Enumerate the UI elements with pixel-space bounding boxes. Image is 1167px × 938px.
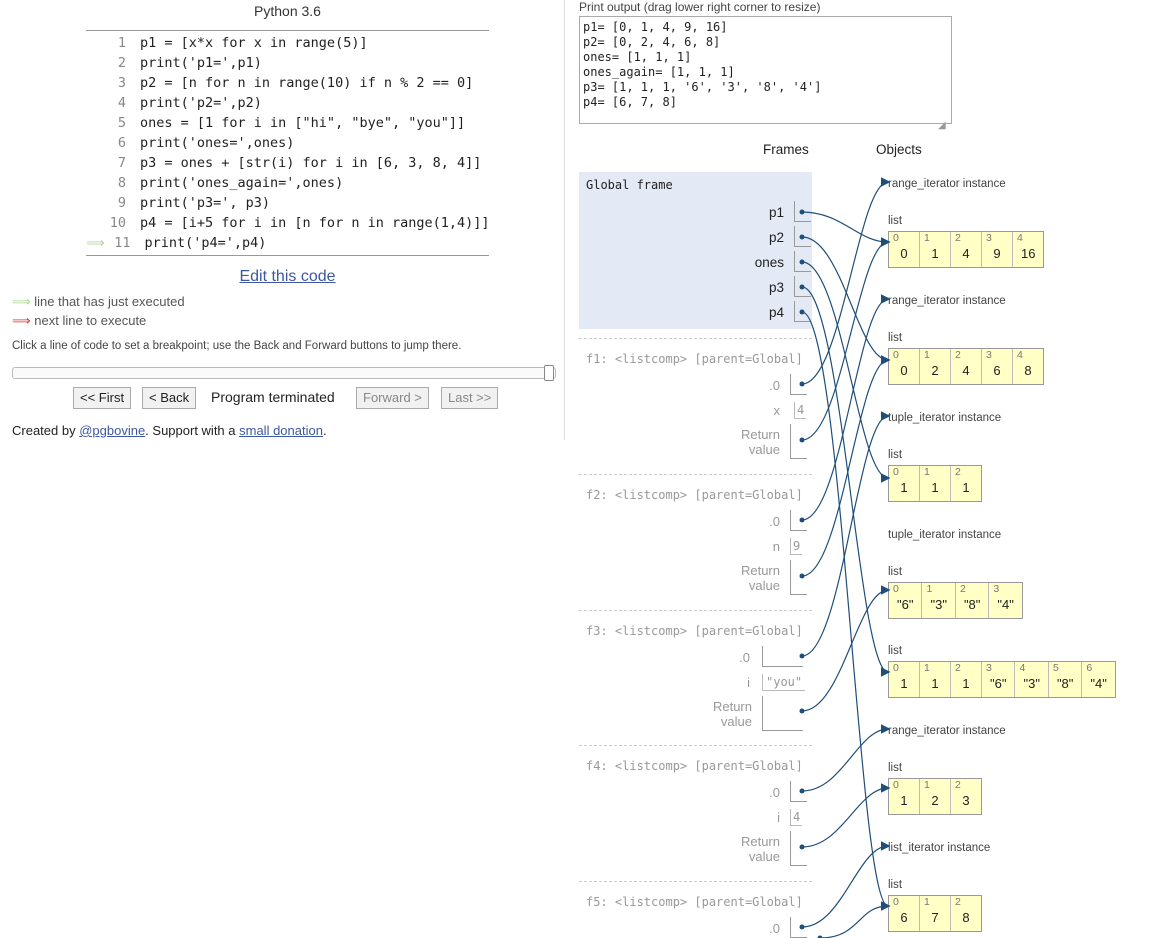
pointer-arrow [801,286,891,677]
pointer-arrow [801,724,891,792]
pointer-arrow [801,841,891,928]
pointer-arrow [801,261,891,483]
pointer-arrow [801,211,891,247]
pointer-arrow [801,355,891,577]
pointer-arrow [801,294,891,521]
pointer-arrow [801,237,891,441]
pointer-arrow [801,783,891,848]
pointer-arrow [801,585,891,712]
pointer-arrow [819,901,891,938]
pointer-arrow [801,311,891,911]
pointer-arrows [799,177,891,938]
